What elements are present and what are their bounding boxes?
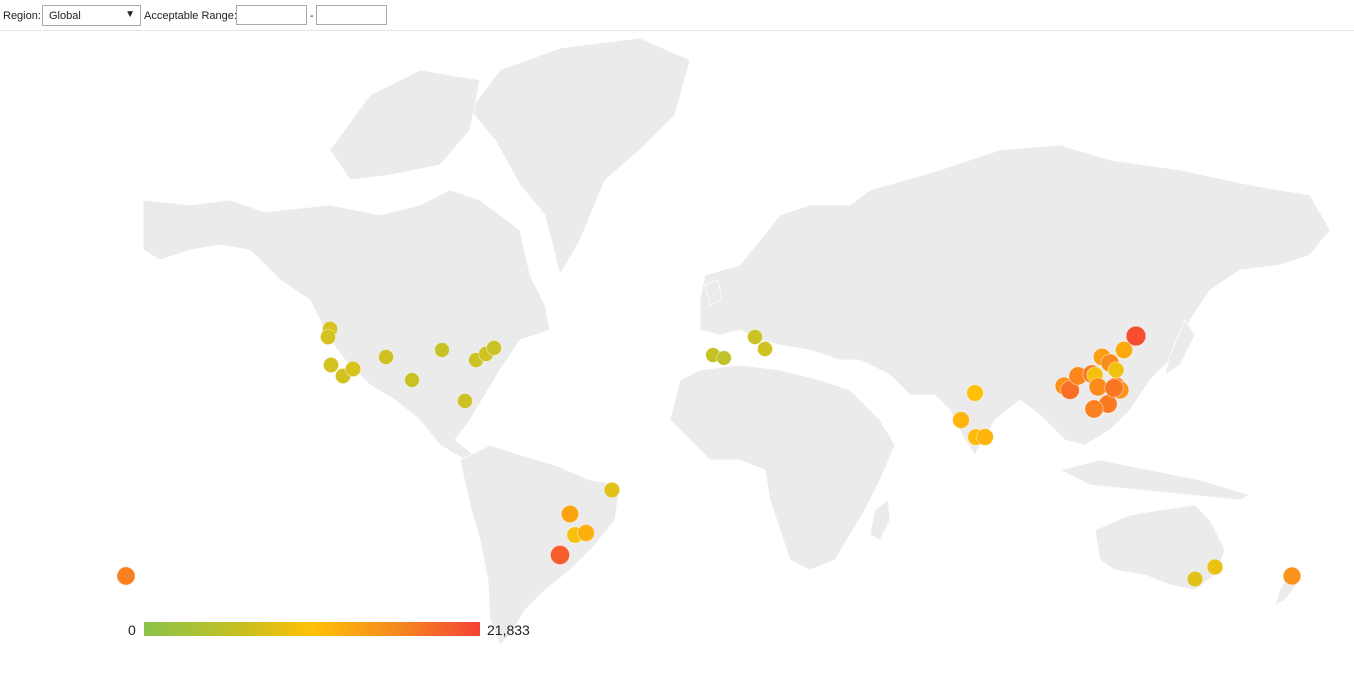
map-marker-fuzhou[interactable]	[1084, 399, 1104, 419]
map-marker-san-francisco[interactable]	[322, 356, 339, 373]
map-marker-melbourne[interactable]	[1186, 570, 1204, 588]
map-marker-brazil-central[interactable]	[560, 504, 580, 524]
map-marker-new-york[interactable]	[486, 340, 502, 356]
map-marker-brazil-south[interactable]	[577, 524, 595, 542]
region-select-value: Global	[49, 10, 81, 22]
region-label: Region:	[3, 10, 41, 22]
landmass-australia	[1094, 504, 1226, 591]
legend-max-label: 21,833	[487, 622, 530, 638]
map-marker-brazil-north[interactable]	[603, 481, 621, 499]
region-select[interactable]: Global ▼	[42, 5, 141, 26]
land-masses	[142, 37, 1331, 646]
map-marker-sao-paulo[interactable]	[550, 545, 571, 566]
map-marker-mumbai[interactable]	[952, 411, 970, 429]
map-marker-hyderabad[interactable]	[966, 384, 984, 402]
world-map[interactable]	[0, 32, 1354, 674]
landmass-south-america	[459, 444, 621, 646]
map-marker-portland[interactable]	[319, 328, 336, 345]
map-marker-chicago[interactable]	[434, 342, 450, 358]
map-marker-harbin[interactable]	[1125, 325, 1147, 347]
landmass-africa	[669, 364, 896, 571]
map-marker-chennai[interactable]	[976, 428, 994, 446]
landmass-north-america	[142, 189, 551, 461]
map-marker-shenzhen[interactable]	[1104, 378, 1124, 398]
landmass-madagascar	[869, 499, 891, 541]
range-separator: -	[310, 10, 314, 22]
map-marker-arizona[interactable]	[344, 360, 362, 378]
chevron-down-icon: ▼	[125, 9, 135, 20]
map-marker-auckland[interactable]	[1282, 566, 1302, 586]
map-marker-frankfurt[interactable]	[747, 329, 763, 345]
range-min-input[interactable]	[236, 5, 307, 25]
map-marker-hawaii[interactable]	[116, 566, 136, 586]
landmass-arctic-islands	[329, 69, 481, 181]
map-marker-qingdao[interactable]	[1107, 361, 1125, 379]
map-marker-milan[interactable]	[757, 341, 773, 357]
range-max-input[interactable]	[316, 5, 387, 25]
landmass-southeast-asia	[1058, 459, 1252, 501]
legend-color-scale	[144, 622, 480, 636]
map-marker-sydney[interactable]	[1206, 558, 1224, 576]
map-marker-guangzhou[interactable]	[1088, 377, 1108, 397]
map-marker-barcelona[interactable]	[716, 350, 732, 366]
map-marker-miami[interactable]	[457, 393, 473, 409]
map-marker-denver[interactable]	[378, 349, 394, 365]
legend-min-label: 0	[128, 622, 136, 638]
acceptable-range-label: Acceptable Range:	[144, 10, 237, 22]
toolbar: Region: Global ▼ Acceptable Range: -	[0, 0, 1354, 31]
map-marker-dallas[interactable]	[404, 372, 420, 388]
